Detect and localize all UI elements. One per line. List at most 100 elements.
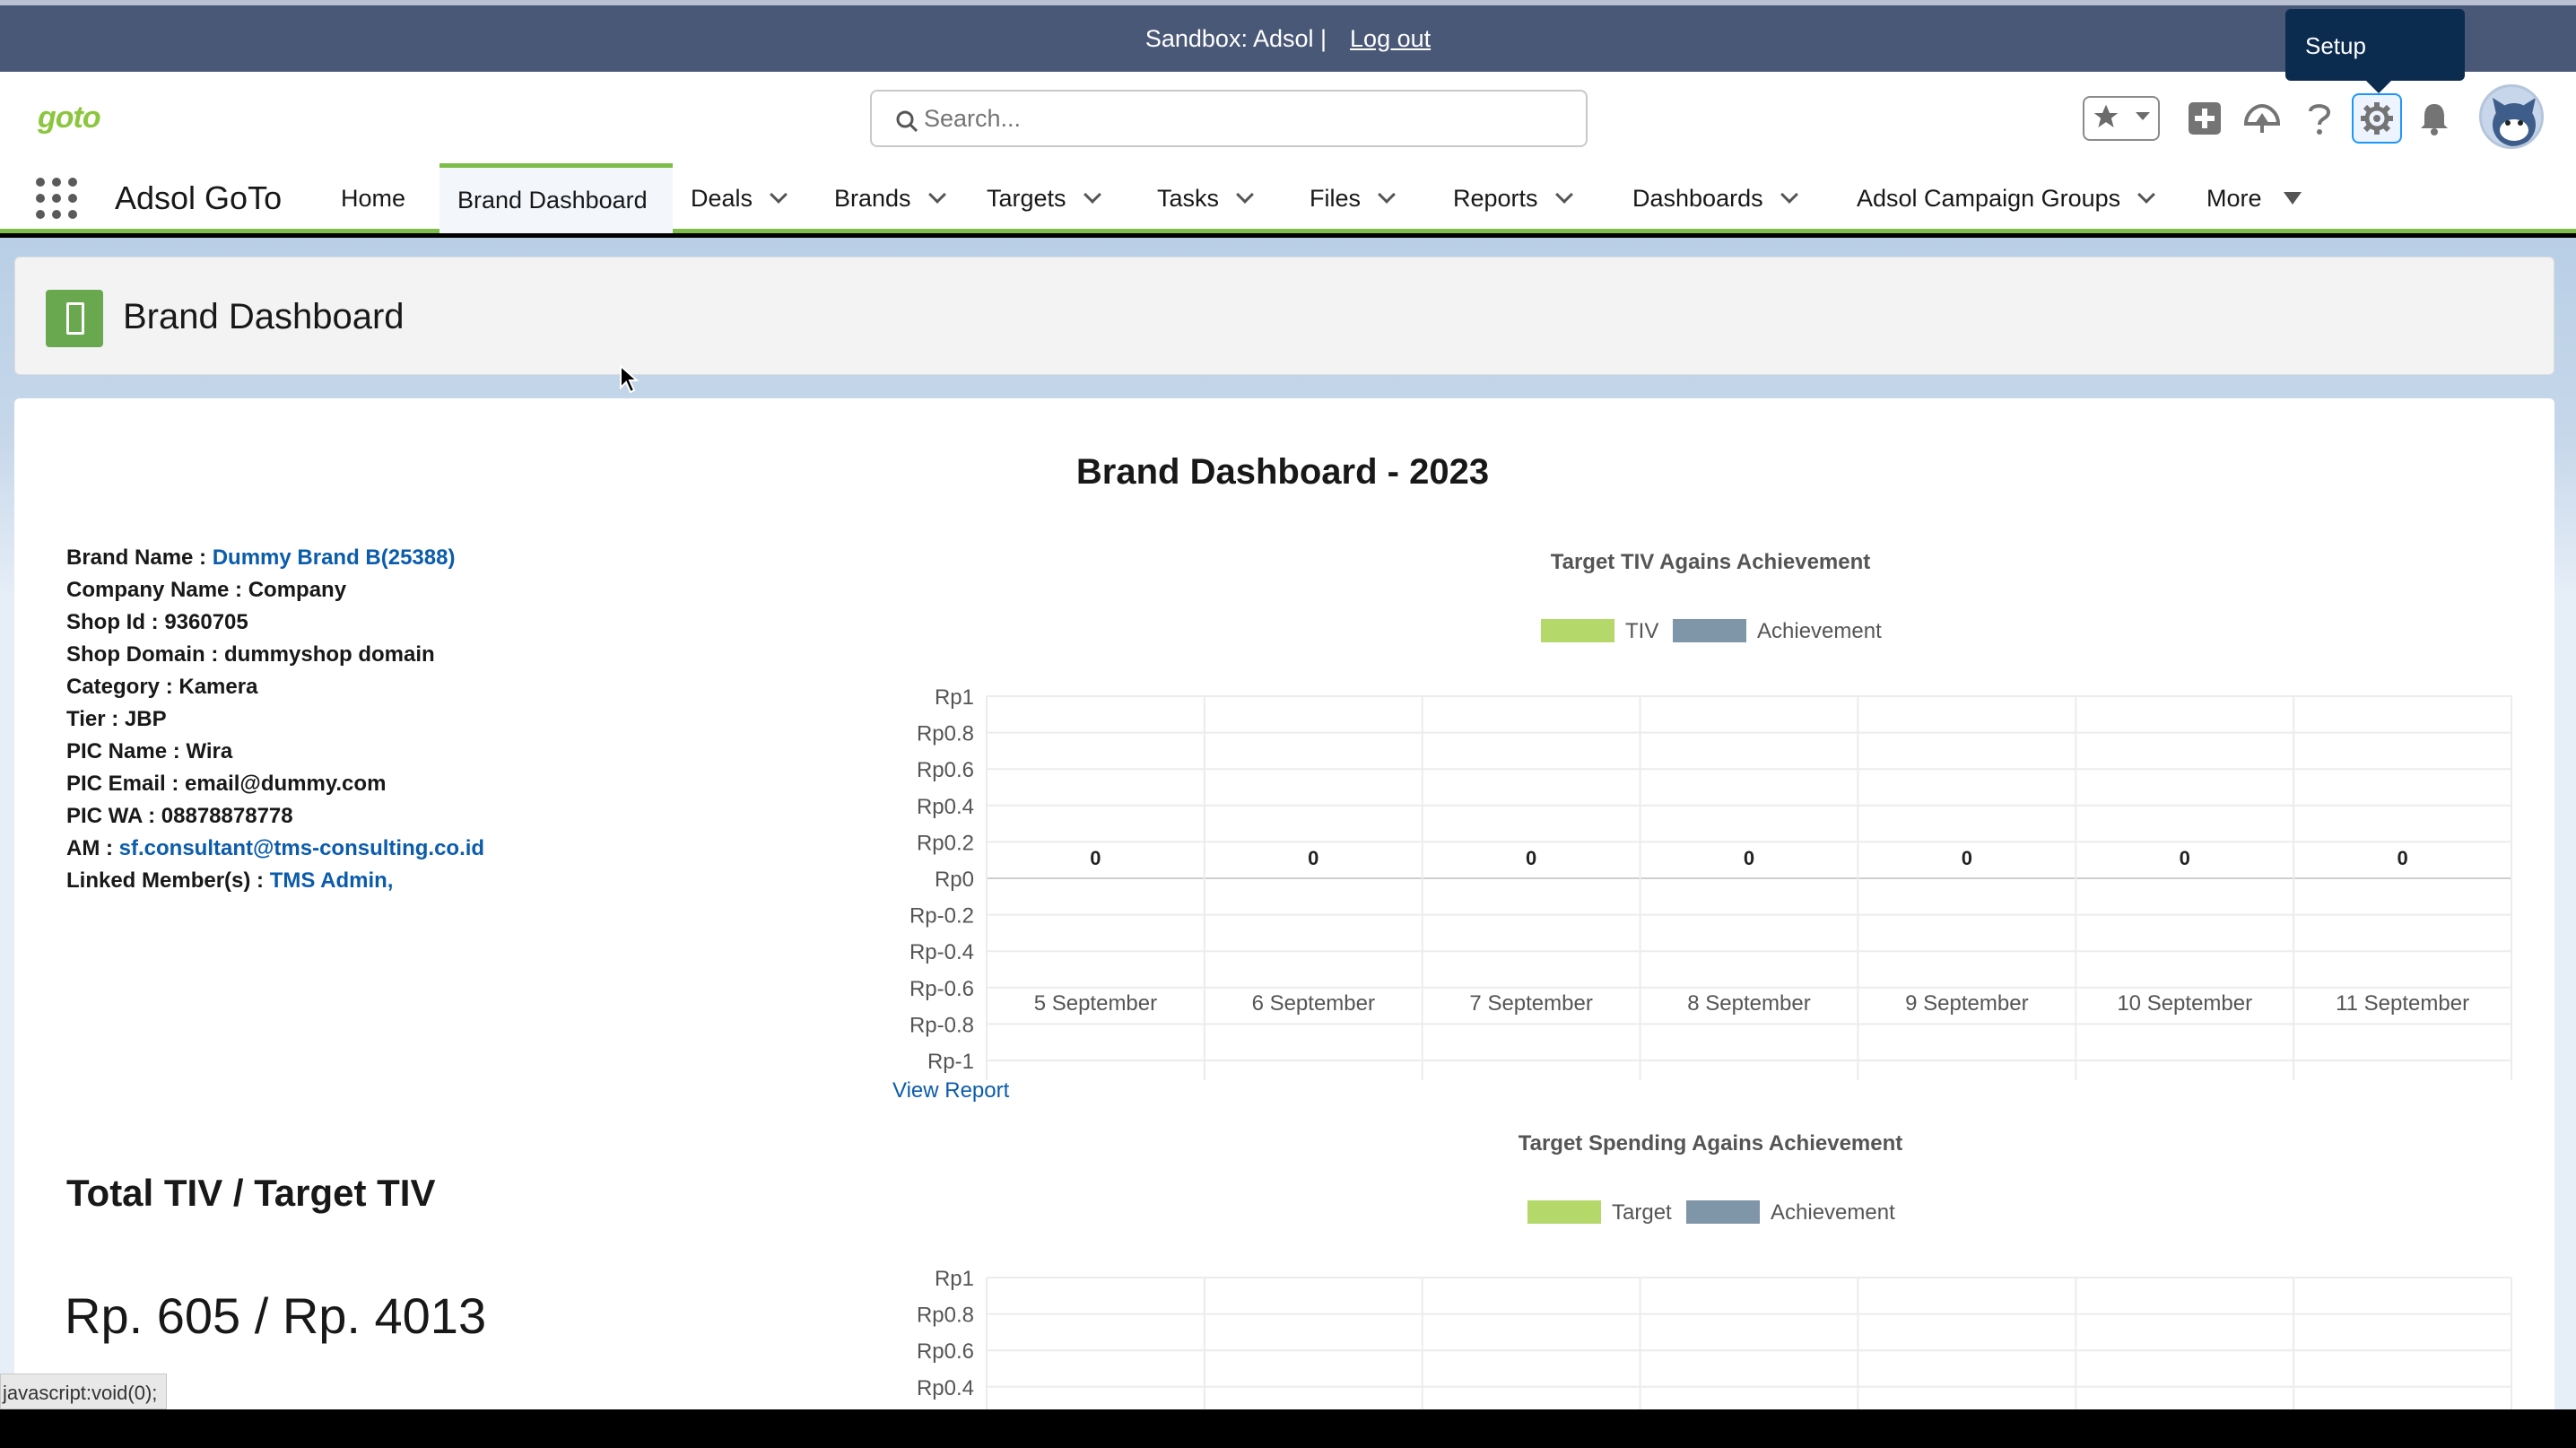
data-label: 0 [1308, 847, 1318, 869]
legend-label: Target [1612, 1200, 1672, 1225]
y-tick-label: Rp0 [935, 868, 974, 892]
info-value[interactable]: sf.consultant@tms-consulting.co.id [119, 836, 484, 860]
chevron-down-icon[interactable] [1554, 186, 1573, 204]
search-input[interactable]: Search... [870, 90, 1588, 147]
data-label: 0 [1526, 847, 1536, 869]
nav-tab-label: Deals [691, 184, 753, 212]
y-tick-label: Rp1 [935, 685, 974, 710]
nav-tab-targets[interactable]: Targets [969, 163, 1139, 233]
info-row: Category : Kamera [66, 671, 484, 703]
info-value: JBP [124, 707, 167, 731]
nav-tab-reports[interactable]: Reports [1435, 163, 1614, 233]
nav-tab-label: Adsol Campaign Groups [1857, 184, 2121, 212]
chevron-down-icon[interactable] [1236, 186, 1254, 204]
y-tick-label: Rp0.8 [917, 1304, 974, 1328]
nav-tab-tasks[interactable]: Tasks [1139, 163, 1292, 233]
y-tick-label: Rp-0.8 [909, 1013, 974, 1037]
legend-label: Achievement [1757, 619, 1882, 643]
info-value: email@dummy.com [185, 772, 387, 796]
info-row: PIC Email : email@dummy.com [66, 768, 484, 800]
nav-tab-dashboards[interactable]: Dashboards [1614, 163, 1839, 233]
avatar[interactable] [2479, 84, 2544, 149]
page-title: Brand Dashboard [123, 297, 405, 336]
info-row: Shop Id : 9360705 [66, 606, 484, 639]
chevron-down-icon[interactable] [1780, 186, 1798, 204]
favorites-star-icon[interactable] [2092, 102, 2120, 135]
nav-tab-label: Reports [1453, 184, 1538, 212]
tiv-chart: Target TIV Agains Achievement TIV Achievem… [909, 550, 2512, 1080]
setup-gear-icon[interactable] [2352, 93, 2402, 144]
nav-tab-files[interactable]: Files [1292, 163, 1435, 233]
nav-tab-label: More [2206, 184, 2262, 212]
y-tick-label: Rp-0.4 [909, 940, 974, 964]
goto-logo[interactable]: goto [38, 100, 101, 135]
info-label: Tier : [66, 707, 125, 731]
info-value[interactable]: TMS Admin, [270, 868, 394, 893]
nav-tab-deals[interactable]: Deals [673, 163, 816, 233]
notifications-bell-icon[interactable] [2409, 93, 2459, 144]
x-tick-label: 11 September [2336, 991, 2469, 1016]
legend-swatch [1673, 619, 1746, 642]
info-label: Category : [66, 675, 179, 699]
trailhead-icon[interactable] [2237, 93, 2287, 144]
nav-tab-brands[interactable]: Brands [816, 163, 969, 233]
y-tick-label: Rp0.6 [917, 758, 974, 782]
x-tick-label: 7 September [1469, 991, 1592, 1016]
app-launcher-waffle-icon[interactable] [36, 178, 77, 219]
chevron-down-icon[interactable] [2135, 110, 2151, 126]
info-value: Company [248, 578, 347, 602]
nav-tab-adsol-campaign-groups[interactable]: Adsol Campaign Groups [1839, 163, 2189, 233]
help-icon[interactable] [2294, 93, 2345, 144]
info-value: Wira [186, 739, 233, 763]
app-nav-bar: Adsol GoTo Home Brand Dashboard Deals Brand… [0, 163, 2576, 233]
info-row: PIC WA : 08878878778 [66, 800, 484, 833]
chevron-down-icon[interactable] [927, 186, 946, 204]
info-row: Tier : JBP [66, 703, 484, 736]
info-row: PIC Name : Wira [66, 736, 484, 768]
search-icon [895, 109, 918, 139]
nav-tab-label: Brand Dashboard [457, 187, 648, 214]
chart-title: Target TIV Agains Achievement [1551, 550, 1871, 574]
chevron-down-icon[interactable] [2137, 186, 2156, 204]
legend-label: Achievement [1771, 1200, 1895, 1225]
info-label: Linked Member(s) : [66, 868, 270, 893]
y-tick-label: Rp0.4 [917, 1376, 974, 1400]
nav-tab-label: Dashboards [1632, 184, 1763, 212]
global-header: goto Search... [0, 72, 2576, 163]
logout-link[interactable]: Log out [1350, 25, 1431, 53]
view-report-link[interactable]: View Report [892, 1078, 1009, 1103]
nav-tab-home[interactable]: Home [323, 163, 439, 233]
sandbox-label: Sandbox: Adsol | [1144, 24, 1327, 52]
y-tick-label: Rp0.2 [917, 831, 974, 855]
x-tick-label: 6 September [1252, 991, 1375, 1016]
y-tick-label: Rp0.6 [917, 1339, 974, 1364]
brand-info: Brand Name : Dummy Brand B(25388) Company… [66, 542, 484, 897]
nav-tab-label: Files [1310, 184, 1362, 212]
caret-down-icon[interactable] [2283, 192, 2302, 205]
spending-chart: Target Spending Agains Achievement Target… [917, 1131, 2512, 1412]
tablet-icon [46, 290, 103, 347]
chevron-down-icon[interactable] [1083, 186, 1101, 204]
info-label: PIC Name : [66, 739, 187, 763]
legend-swatch [1541, 619, 1614, 642]
chevron-down-icon[interactable] [770, 186, 788, 204]
nav-tab-more[interactable]: More [2189, 163, 2319, 233]
y-tick-label: Rp0.4 [917, 795, 974, 819]
global-actions-plus-icon[interactable] [2180, 93, 2230, 144]
favorites-button[interactable] [2083, 96, 2160, 141]
screen-bottom-edge [0, 1409, 2576, 1448]
setup-tooltip: Setup [2285, 9, 2465, 93]
nav-tab-label: Brands [834, 184, 911, 212]
sandbox-bar: Sandbox: Adsol | Log out [0, 0, 2576, 72]
dashboard-title-text: Brand Dashboard - 2023 [1075, 452, 1490, 492]
app-name: Adsol GoTo [115, 179, 283, 216]
info-value[interactable]: Dummy Brand B(25388) [213, 545, 456, 570]
nav-tab-brand-dashboard[interactable]: Brand Dashboard [439, 163, 673, 233]
header-icons [2083, 93, 2467, 144]
y-tick-label: Rp-0.6 [909, 977, 974, 1001]
chevron-down-icon[interactable] [1378, 186, 1396, 204]
info-label: Shop Id : [66, 610, 165, 634]
x-tick-label: 8 September [1687, 991, 1810, 1016]
y-tick-label: Rp1 [935, 1267, 974, 1291]
chart-title: Target Spending Agains Achievement [1519, 1131, 1903, 1156]
